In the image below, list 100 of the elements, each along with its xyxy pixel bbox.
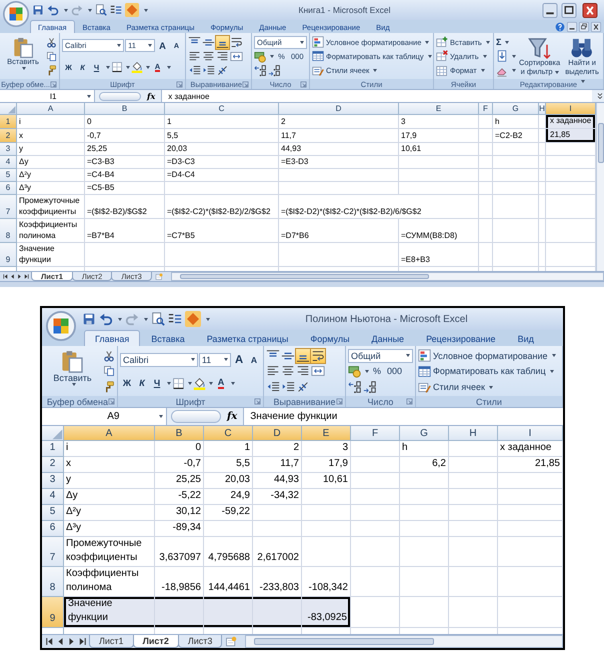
row-header[interactable]: 6	[42, 521, 64, 537]
caret-icon[interactable]	[488, 386, 493, 389]
scissors-icon[interactable]	[103, 350, 115, 362]
ribbon-tab[interactable]: Вставка	[140, 330, 196, 346]
row-header[interactable]: 1	[0, 115, 17, 129]
align-bottom-icon[interactable]	[216, 36, 229, 49]
row-header[interactable]: 7	[42, 537, 64, 567]
fill-color-icon[interactable]	[131, 61, 143, 74]
fill-down-icon[interactable]	[496, 50, 508, 62]
caret-icon[interactable]	[406, 354, 410, 358]
column-header[interactable]: B	[85, 103, 165, 115]
dialog-launcher-icon[interactable]	[254, 398, 261, 405]
font-color-button[interactable]: A	[214, 376, 228, 390]
close-icon[interactable]	[591, 22, 601, 32]
formula-field[interactable]: x заданное	[161, 90, 592, 102]
dialog-launcher-icon[interactable]	[300, 80, 307, 88]
maximize-icon[interactable]	[560, 2, 578, 18]
clipboard-icon[interactable]	[12, 36, 34, 58]
format-cells-icon[interactable]	[436, 64, 448, 77]
cell-styles-icon[interactable]	[312, 64, 324, 77]
sheet-tab[interactable]: Лист1	[89, 635, 134, 648]
autosum-button[interactable]: Σ	[496, 36, 516, 49]
column-header[interactable]: B	[155, 426, 204, 441]
paste-button[interactable]: Вставить	[44, 348, 101, 395]
vertical-scrollbar[interactable]	[596, 103, 604, 271]
caret-icon[interactable]	[206, 318, 210, 320]
undo-icon[interactable]	[99, 312, 113, 326]
column-header[interactable]: H	[449, 426, 498, 441]
column-header[interactable]: H	[539, 103, 546, 115]
row-header[interactable]: 3	[42, 473, 64, 489]
table-icon[interactable]	[312, 50, 324, 62]
caret-icon[interactable]	[144, 318, 148, 320]
row-header[interactable]: 4	[42, 489, 64, 505]
ribbon-tab[interactable]: Разметка страницы	[196, 330, 300, 346]
bold-button[interactable]: Ж	[120, 376, 134, 390]
brush-icon[interactable]	[46, 65, 57, 76]
row-header[interactable]: 6	[0, 182, 17, 195]
expand-icon[interactable]	[596, 91, 604, 101]
caret-icon[interactable]	[118, 318, 122, 320]
caret-icon[interactable]	[22, 66, 26, 70]
dialog-launcher-icon[interactable]	[406, 398, 413, 405]
caret-icon[interactable]	[552, 354, 556, 358]
formula-field[interactable]: Значение функции	[243, 408, 563, 425]
insert-function-button[interactable]: fx	[145, 91, 158, 101]
column-header[interactable]: E	[302, 426, 351, 441]
insert-sheet-icon[interactable]	[225, 636, 238, 648]
caret-icon[interactable]	[365, 370, 369, 373]
save-icon[interactable]	[82, 312, 96, 326]
sheet-tab[interactable]: Лист2	[132, 635, 179, 648]
sheet-tab[interactable]: Лист3	[178, 635, 222, 648]
row-header[interactable]: 8	[0, 219, 17, 243]
print-preview-icon[interactable]	[151, 312, 165, 326]
decrease-decimal-icon[interactable]	[268, 64, 281, 78]
percent-button[interactable]: %	[370, 364, 384, 378]
dialog-launcher-icon[interactable]	[336, 398, 343, 405]
print-preview-icon[interactable]	[95, 4, 107, 16]
caret-icon[interactable]	[373, 69, 378, 72]
table-icon[interactable]	[418, 364, 431, 378]
copy-icon[interactable]	[103, 365, 115, 378]
merge-cells-icon[interactable]	[230, 50, 243, 63]
align-center-icon[interactable]	[202, 50, 215, 63]
list-icon[interactable]	[168, 312, 182, 326]
wrap-text-icon[interactable]	[230, 36, 243, 49]
borders-icon[interactable]	[172, 376, 185, 390]
dialog-launcher-icon[interactable]	[50, 80, 57, 88]
copy-icon[interactable]	[46, 50, 57, 62]
caret-icon[interactable]	[505, 40, 510, 44]
row-header[interactable]: 5	[42, 505, 64, 521]
caret-icon[interactable]	[146, 66, 150, 69]
last-sheet-icon[interactable]	[23, 273, 30, 280]
formula-bar-handle[interactable]	[171, 410, 221, 423]
caret-icon[interactable]	[554, 71, 559, 74]
caret-icon[interactable]	[550, 370, 554, 373]
caret-icon[interactable]	[486, 40, 490, 44]
grow-font-button[interactable]: A	[232, 352, 246, 367]
number-format-field[interactable]: Общий	[348, 348, 413, 363]
merge-cells-icon[interactable]	[311, 364, 325, 378]
ribbon-tab[interactable]: Формулы	[299, 330, 361, 346]
row-header[interactable]: 8	[42, 567, 64, 597]
caret-icon[interactable]	[300, 40, 304, 44]
caret-icon[interactable]	[512, 69, 516, 72]
cell-styles-button[interactable]: Стили ячеек	[418, 380, 556, 394]
minimize-icon[interactable]	[541, 2, 559, 18]
save-icon[interactable]	[32, 4, 44, 16]
currency-icon[interactable]	[348, 364, 362, 378]
caret-icon[interactable]	[209, 382, 213, 385]
orientation-icon[interactable]	[216, 64, 229, 78]
horizontal-scrollbar[interactable]	[170, 272, 604, 281]
last-sheet-icon[interactable]	[77, 636, 88, 647]
column-header[interactable]: A	[17, 103, 85, 115]
caret-icon[interactable]	[482, 54, 487, 58]
dialog-launcher-icon[interactable]	[242, 80, 249, 88]
caret-icon[interactable]	[167, 66, 171, 69]
borders-icon[interactable]	[111, 61, 123, 74]
undo-icon[interactable]	[47, 4, 59, 16]
fill-color-icon[interactable]	[193, 376, 206, 390]
sort-filter-icon[interactable]	[528, 36, 552, 60]
office-button[interactable]	[46, 311, 76, 341]
delete-cells-icon[interactable]	[436, 50, 448, 62]
caret-icon[interactable]	[224, 358, 228, 362]
